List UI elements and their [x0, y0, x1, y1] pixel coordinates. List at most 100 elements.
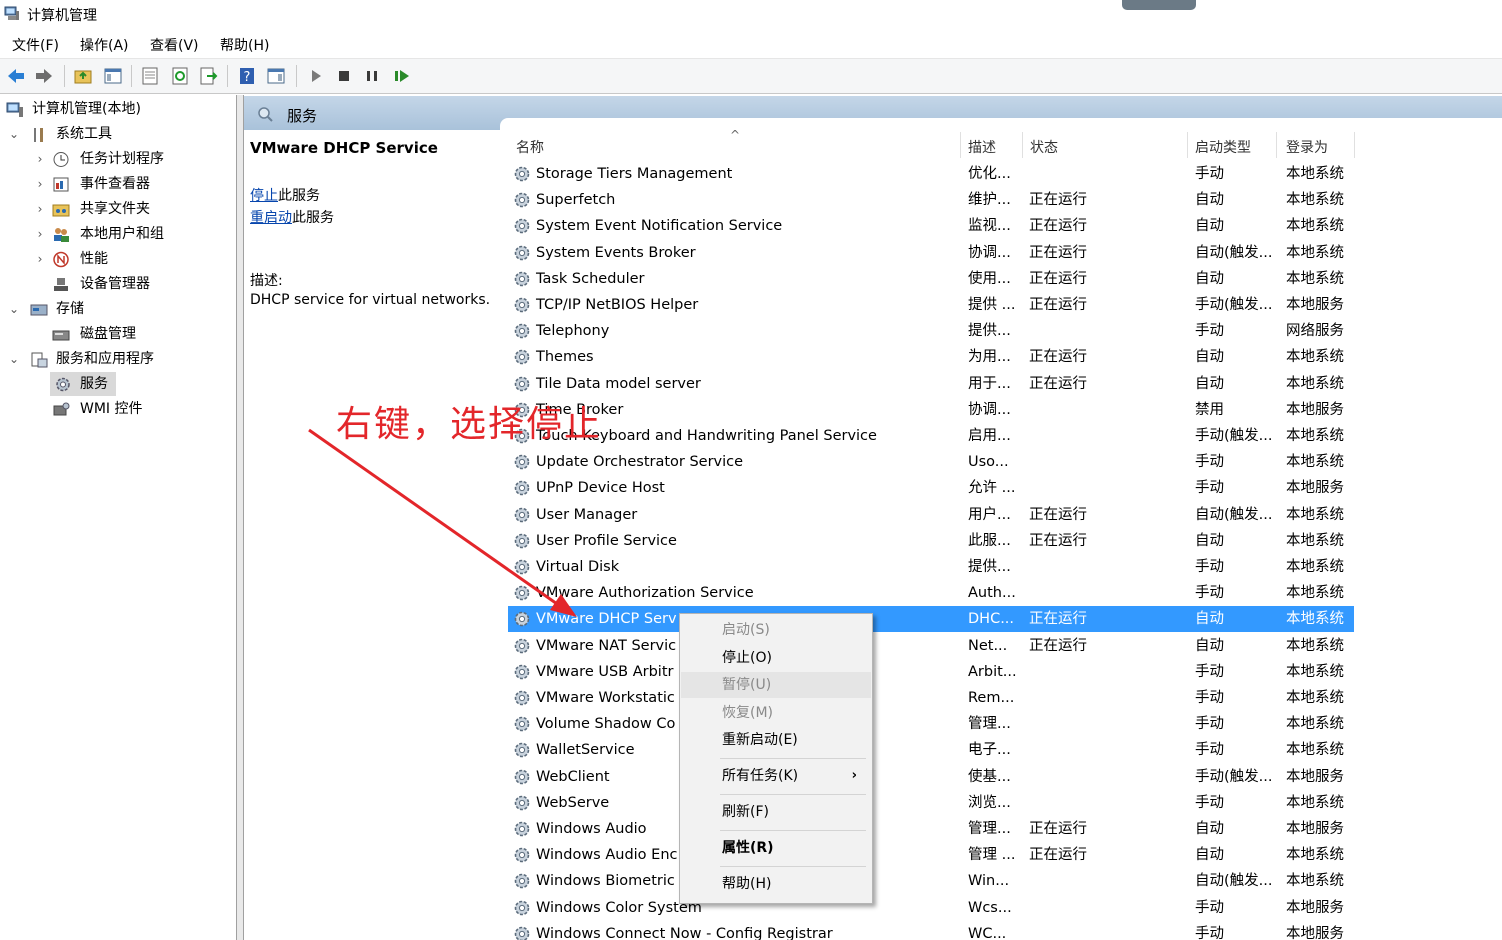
table-row[interactable]: Tile Data model server 用于... 正在运行 自动 本地系统	[508, 371, 1354, 397]
table-row[interactable]: Superfetch 维护... 正在运行 自动 本地系统	[508, 187, 1354, 213]
table-row[interactable]: Volume Shadow Co 管理... 手动 本地系统	[508, 711, 1354, 737]
stop-service-icon[interactable]	[334, 66, 354, 86]
column-header-desc[interactable]: 描述	[968, 137, 996, 157]
column-header-state[interactable]: 状态	[1030, 137, 1058, 157]
table-row[interactable]: Update Orchestrator Service Uso... 手动 本地系统	[508, 449, 1354, 475]
service-name: WalletService	[536, 742, 635, 759]
table-row[interactable]: Windows Audio Enc 管理 ... 正在运行 自动 本地系统	[508, 842, 1354, 868]
table-row[interactable]: Themes 为用... 正在运行 自动 本地系统	[508, 344, 1354, 370]
table-row[interactable]: Windows Color System Wcs... 手动 本地服务	[508, 895, 1354, 921]
chevron-right-icon[interactable]: ›	[34, 228, 46, 240]
table-row[interactable]: Telephony 提供... 手动 网络服务	[508, 318, 1354, 344]
table-row[interactable]: Storage Tiers Management 优化... 手动 本地系统	[508, 161, 1354, 187]
menu-item-properties[interactable]: 属性(R)	[681, 835, 871, 861]
table-row[interactable]: WalletService 电子... 手动 本地系统	[508, 737, 1354, 763]
gear-icon	[514, 166, 530, 182]
tree-label-system-tools: 系统工具	[56, 126, 112, 142]
service-name: VMware NAT Servic	[536, 637, 677, 654]
menu-file[interactable]: 文件(F)	[12, 35, 59, 55]
table-row[interactable]: VMware NAT Servic Net... 正在运行 自动 本地系统	[508, 633, 1354, 659]
menu-item-stop[interactable]: 停止(O)	[681, 645, 871, 671]
table-row[interactable]: System Event Notification Service 监视... 正在…	[508, 213, 1354, 239]
service-status: 正在运行	[1029, 637, 1087, 654]
column-header-logon[interactable]: 登录为	[1286, 137, 1328, 157]
service-startup-type: 手动(触发...	[1195, 297, 1273, 313]
chevron-right-icon[interactable]: ›	[34, 153, 46, 165]
service-logon-as: 本地系统	[1286, 794, 1344, 811]
chevron-right-icon[interactable]: ›	[34, 253, 46, 265]
action-pane-icon[interactable]	[266, 66, 286, 86]
gear-icon	[56, 377, 70, 392]
service-description: Uso...	[968, 454, 1009, 471]
chevron-down-icon[interactable]: ⌄	[8, 128, 20, 140]
table-row[interactable]: User Manager 用户... 正在运行 自动(触发... 本地系统	[508, 502, 1354, 528]
service-startup-type: 自动	[1195, 637, 1224, 654]
table-row[interactable]: Windows Audio 管理... 正在运行 自动 本地服务	[508, 816, 1354, 842]
menu-item-help[interactable]: 帮助(H)	[681, 871, 871, 897]
menu-item-all-tasks[interactable]: 所有任务(K) ›	[681, 763, 871, 789]
service-name: Update Orchestrator Service	[536, 454, 744, 471]
table-row[interactable]: UPnP Device Host 允许 ... 手动 本地服务	[508, 475, 1354, 501]
storage-icon	[30, 304, 48, 316]
help-icon[interactable]: ?	[237, 66, 257, 86]
table-row[interactable]: Task Scheduler 使用... 正在运行 自动 本地系统	[508, 266, 1354, 292]
table-row[interactable]: Windows Connect Now - Config Registrar WC…	[508, 921, 1354, 940]
restart-service-icon[interactable]	[392, 66, 412, 86]
chevron-right-icon[interactable]: ›	[34, 203, 46, 215]
sort-ascending-icon: ^	[730, 130, 741, 142]
service-logon-as: 本地系统	[1286, 270, 1344, 287]
service-description: 此服...	[968, 532, 1011, 549]
table-row[interactable]: Time Broker 协调... 禁用 本地服务	[508, 397, 1354, 423]
menu-view[interactable]: 查看(V)	[150, 35, 199, 55]
table-row[interactable]: System Events Broker 协调... 正在运行 自动(触发... 本地系…	[508, 240, 1354, 266]
table-row[interactable]: Virtual Disk 提供... 手动 本地系统	[508, 554, 1354, 580]
menu-help[interactable]: 帮助(H)	[220, 35, 269, 55]
service-startup-type: 自动	[1195, 821, 1224, 837]
back-arrow-icon[interactable]	[6, 66, 26, 86]
forward-arrow-icon[interactable]	[34, 66, 54, 86]
tree-label-storage: 存储	[56, 301, 84, 317]
chevron-down-icon[interactable]: ⌄	[8, 303, 20, 315]
table-row[interactable]: TCP/IP NetBIOS Helper 提供 ... 正在运行 手动(触发... 本…	[508, 292, 1354, 318]
service-description: 提供...	[968, 323, 1011, 340]
service-startup-type: 手动	[1195, 925, 1224, 940]
service-logon-as: 本地系统	[1286, 454, 1344, 471]
service-name: User Profile Service	[536, 532, 677, 549]
device-manager-icon	[54, 278, 68, 291]
table-row[interactable]: VMware Workstatic Rem... 手动 本地系统	[508, 685, 1354, 711]
table-row[interactable]: Touch Keyboard and Handwriting Panel Ser…	[508, 423, 1354, 449]
table-row[interactable]: VMware USB Arbitr Arbit... 手动 本地系统	[508, 659, 1354, 685]
tree-item-services[interactable]: 服务	[50, 372, 116, 396]
pane-splitter[interactable]	[237, 95, 244, 940]
column-header-startup[interactable]: 启动类型	[1195, 137, 1251, 157]
menu-action[interactable]: 操作(A)	[80, 35, 129, 55]
show-hide-tree-icon[interactable]	[103, 66, 123, 86]
table-row[interactable]: WebClient 使基... 手动(触发... 本地服务	[508, 764, 1354, 790]
up-folder-icon[interactable]	[73, 66, 93, 86]
service-name: Windows Connect Now - Config Registrar	[536, 925, 833, 940]
service-startup-type: 自动	[1195, 192, 1224, 209]
table-row[interactable]: Windows Biometric Win... 自动(触发... 本地系统	[508, 868, 1354, 894]
service-description: 管理 ...	[968, 847, 1016, 864]
properties-sheet-icon[interactable]	[140, 66, 160, 86]
start-service-icon[interactable]	[306, 66, 326, 86]
table-row[interactable]: VMware Authorization Service Auth... 手动 本地系…	[508, 580, 1354, 606]
stop-service-link[interactable]: 停止	[250, 188, 278, 204]
refresh-icon[interactable]	[170, 66, 190, 86]
column-header-name[interactable]: 名称	[516, 137, 544, 157]
export-list-icon[interactable]	[198, 66, 218, 86]
chevron-down-icon[interactable]: ⌄	[8, 353, 20, 365]
table-row-selected[interactable]: VMware DHCP Serv DHC... 正在运行 自动 本地系统	[508, 606, 1354, 633]
chevron-right-icon[interactable]: ›	[34, 178, 46, 190]
service-description: 启用...	[968, 428, 1011, 444]
table-row[interactable]: User Profile Service 此服... 正在运行 自动 本地系统	[508, 528, 1354, 554]
menu-item-refresh[interactable]: 刷新(F)	[681, 799, 871, 825]
table-row[interactable]: WebServe 浏览... 手动 本地系统	[508, 790, 1354, 816]
service-name: System Events Broker	[536, 244, 696, 261]
menu-bar: 文件(F) 操作(A) 查看(V) 帮助(H)	[0, 28, 1502, 59]
service-description: 使用...	[968, 270, 1011, 287]
performance-icon	[53, 251, 69, 268]
restart-service-link[interactable]: 重启动	[250, 210, 292, 226]
pause-service-icon[interactable]	[362, 66, 382, 86]
menu-item-restart[interactable]: 重新启动(E)	[681, 727, 871, 753]
